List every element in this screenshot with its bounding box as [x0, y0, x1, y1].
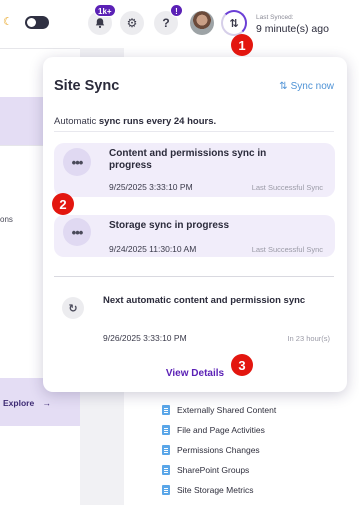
truncated-text: ons [0, 215, 13, 224]
more-dots-icon[interactable]: ••• [63, 218, 91, 246]
avatar[interactable] [190, 11, 214, 35]
report-link-label: SharePoint Groups [177, 465, 250, 475]
sync-arrows-icon: ⇅ [229, 17, 239, 30]
report-link[interactable]: Externally Shared Content [162, 400, 276, 420]
report-link[interactable]: Permissions Changes [162, 440, 276, 460]
gear-icon: ⚙ [126, 16, 138, 30]
settings-button[interactable]: ⚙ [120, 11, 144, 35]
sync-card-status: Last Successful Sync [251, 183, 323, 192]
arrow-right-icon: → [42, 398, 52, 408]
callout-marker: 1 [231, 34, 253, 56]
next-sync-title: Next automatic content and permission sy… [103, 295, 306, 306]
moon-icon: ☾ [3, 16, 13, 28]
document-icon [162, 425, 170, 435]
report-link[interactable]: Site Storage Metrics [162, 480, 276, 500]
document-icon [162, 485, 170, 495]
question-icon: ? [162, 16, 170, 30]
report-link[interactable]: File and Page Activities [162, 420, 276, 440]
divider [54, 131, 334, 132]
last-synced-value: 9 minute(s) ago [256, 23, 329, 35]
report-link-label: File and Page Activities [177, 425, 265, 435]
next-sync-date: 9/26/2025 3:33:10 PM [103, 333, 187, 343]
sync-now-label: Sync now [290, 81, 334, 92]
sync-now-button[interactable]: ⇅ Sync now [279, 81, 334, 92]
callout-marker: 3 [231, 354, 253, 376]
notifications-badge: 1k+ [94, 4, 116, 17]
auto-sync-prefix: Automatic [54, 116, 99, 127]
sync-arrows-icon: ⇅ [279, 81, 288, 92]
site-sync-popover: Site Sync ⇅ Sync now Automatic sync runs … [43, 57, 347, 392]
explore-label: Explore [3, 398, 35, 408]
last-synced-label: Last Synced: [256, 14, 294, 21]
callout-marker: 2 [52, 193, 74, 215]
document-icon [162, 405, 170, 415]
report-link-label: Externally Shared Content [177, 405, 277, 415]
divider [54, 276, 334, 277]
report-links-list: Externally Shared Content File and Page … [162, 400, 276, 500]
sync-card-status: Last Successful Sync [251, 245, 323, 254]
popover-title: Site Sync [54, 78, 120, 94]
theme-toggle[interactable] [25, 16, 49, 29]
view-details-link[interactable]: View Details [43, 368, 347, 379]
sync-in-progress-card: ••• Storage sync in progress 9/24/2025 1… [54, 215, 335, 257]
refresh-icon: ↻ [62, 297, 84, 319]
help-badge: ! [170, 4, 183, 17]
auto-sync-schedule: sync runs every 24 hours. [98, 116, 217, 127]
sync-in-progress-card: ••• Content and permissions sync in prog… [54, 143, 335, 197]
sync-card-title: Content and permissions sync in progress [109, 148, 267, 171]
report-link[interactable]: SharePoint Groups [162, 460, 276, 480]
document-icon [162, 445, 170, 455]
next-sync-eta: In 23 hour(s) [287, 334, 330, 343]
more-dots-icon[interactable]: ••• [63, 148, 91, 176]
auto-sync-note: Automatic sync runs every 24 hours. [54, 116, 216, 127]
sync-card-date: 9/25/2025 3:33:10 PM [109, 182, 193, 192]
top-bar: ☾ 1k+ ⚙ ? ! ⇅ Last Synced: 9 minute(s) a… [0, 0, 359, 48]
sync-status-button[interactable]: ⇅ [221, 10, 247, 36]
sync-card-date: 9/24/2025 11:30:10 AM [109, 244, 197, 254]
explore-link[interactable]: Explore → [3, 398, 51, 408]
report-link-label: Permissions Changes [177, 445, 260, 455]
document-icon [162, 465, 170, 475]
sync-card-title: Storage sync in progress [109, 220, 230, 231]
bell-icon [95, 18, 105, 28]
report-link-label: Site Storage Metrics [177, 485, 254, 495]
toggle-knob [27, 18, 36, 27]
